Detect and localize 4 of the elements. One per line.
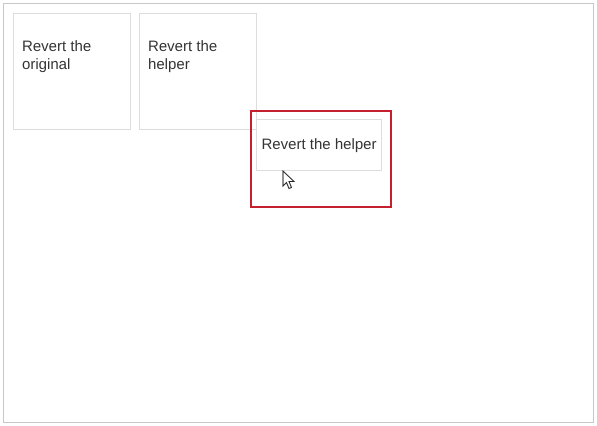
draggable-box[interactable]: Revert the helper (256, 119, 382, 171)
draggable-box[interactable]: Revert the original (13, 13, 131, 130)
cursor-icon (282, 170, 295, 190)
draggable-box[interactable]: Revert the helper (139, 13, 257, 130)
